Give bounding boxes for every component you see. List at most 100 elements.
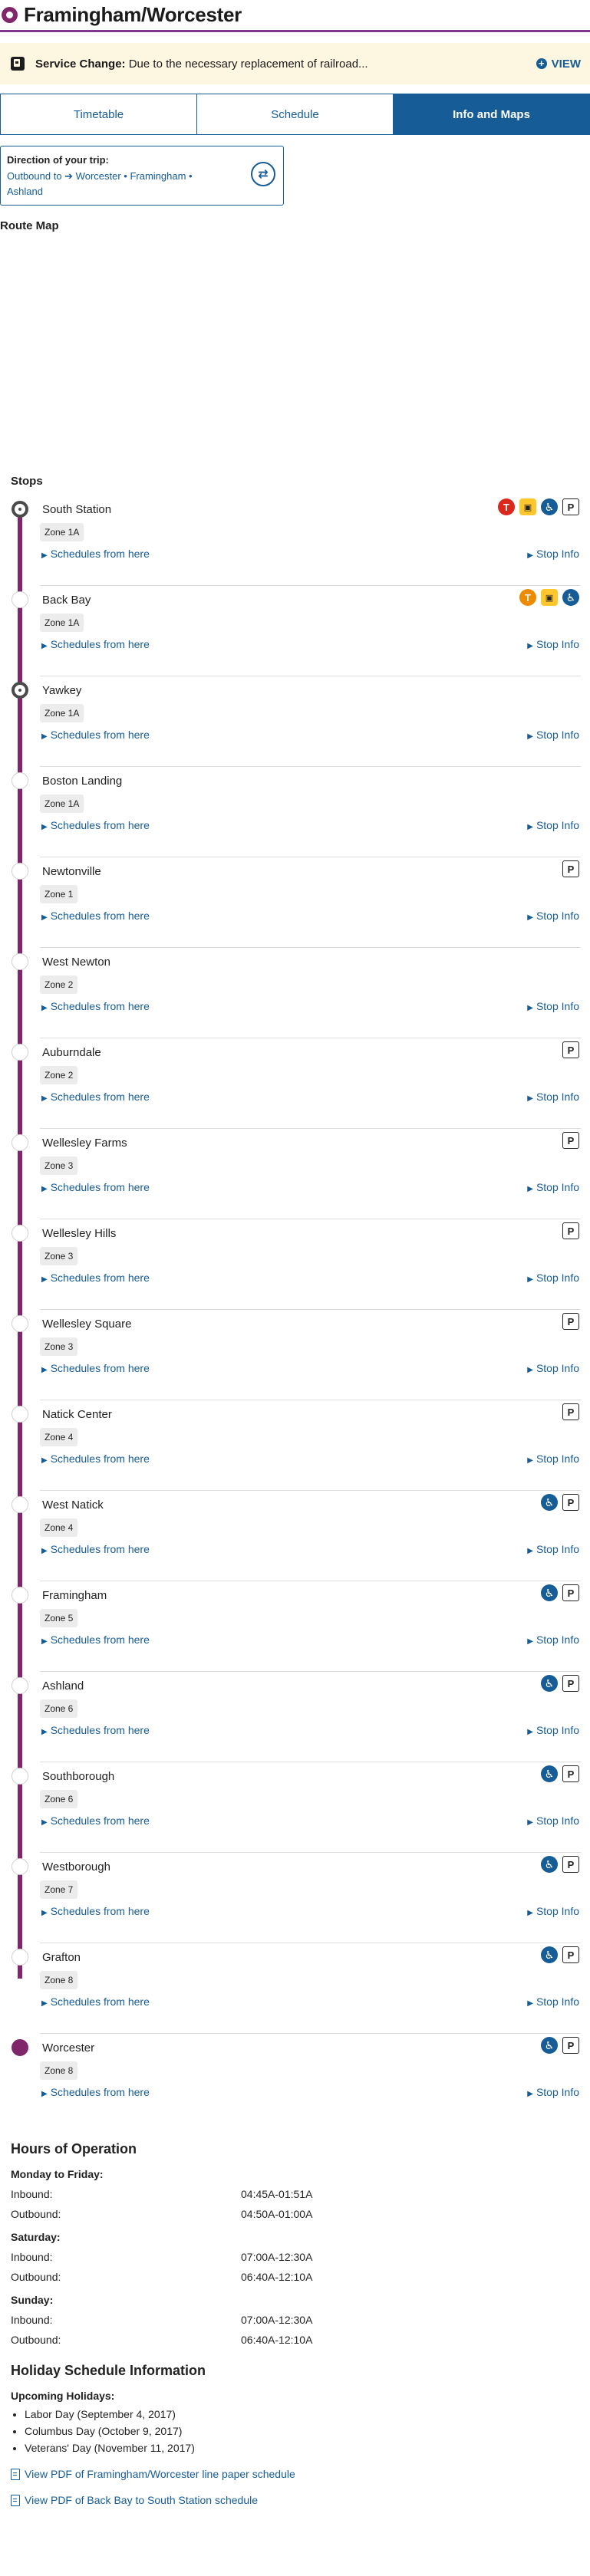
stop-info-link[interactable]: ▶ Stop Info — [527, 638, 579, 650]
schedules-from-here-link[interactable]: ▶ Schedules from here — [41, 1995, 150, 2008]
switch-direction-icon[interactable]: ⇄ — [251, 162, 275, 186]
parking-icon: P — [562, 1403, 579, 1420]
stop-marker — [12, 1587, 28, 1604]
zone-badge: Zone 2 — [40, 975, 78, 994]
schedules-link-label: Schedules from here — [50, 1000, 150, 1012]
schedules-link-label: Schedules from here — [50, 1724, 150, 1736]
parking-icon: P — [562, 1041, 579, 1058]
stop-info-link[interactable]: ▶ Stop Info — [527, 2086, 579, 2098]
accessible-icon: ♿ — [541, 1946, 558, 1963]
stop-marker — [12, 682, 28, 699]
schedules-from-here-link[interactable]: ▶ Schedules from here — [41, 1362, 150, 1374]
caret-right-icon: ▶ — [527, 1456, 533, 1465]
schedules-from-here-link[interactable]: ▶ Schedules from here — [41, 1814, 150, 1827]
schedules-from-here-link[interactable]: ▶ Schedules from here — [41, 548, 150, 560]
stop-name: Yawkey — [42, 684, 82, 697]
schedules-from-here-link[interactable]: ▶ Schedules from here — [41, 729, 150, 741]
stop-marker — [12, 863, 28, 880]
schedules-from-here-link[interactable]: ▶ Schedules from here — [41, 1724, 150, 1736]
pdf-link[interactable]: View PDF of Framingham/Worcester line pa… — [11, 2468, 590, 2480]
hours-value: 06:40A-12:10A — [241, 2334, 313, 2346]
stop-row: Boston Landing Zone 1A ▶ Schedules from h… — [0, 767, 590, 857]
stop-features: P — [562, 1222, 579, 1239]
stop-info-link[interactable]: ▶ Stop Info — [527, 1091, 579, 1103]
stop-name: Auburndale — [42, 1046, 101, 1059]
accessible-icon: ♿ — [541, 1765, 558, 1782]
schedules-link-label: Schedules from here — [50, 548, 150, 560]
schedules-from-here-link[interactable]: ▶ Schedules from here — [41, 910, 150, 922]
schedules-from-here-link[interactable]: ▶ Schedules from here — [41, 1452, 150, 1465]
alert-view-button[interactable]: + VIEW — [536, 58, 581, 71]
schedules-from-here-link[interactable]: ▶ Schedules from here — [41, 1272, 150, 1284]
zone-badge: Zone 7 — [40, 1880, 78, 1899]
stop-info-link[interactable]: ▶ Stop Info — [527, 819, 579, 831]
hours-section: Hours of Operation Monday to Friday: Inbo… — [0, 2141, 590, 2506]
stop-name: Grafton — [42, 1951, 81, 1964]
direction-text[interactable]: Outbound to ➔ Worcester • Framingham • As… — [7, 169, 229, 199]
direction-label: Direction of your trip: — [7, 154, 109, 166]
caret-right-icon: ▶ — [41, 1275, 48, 1284]
stop-features: ♿ P — [541, 1494, 579, 1511]
stop-marker — [12, 1768, 28, 1785]
stop-info-link[interactable]: ▶ Stop Info — [527, 548, 579, 560]
stop-info-link[interactable]: ▶ Stop Info — [527, 1272, 579, 1284]
schedules-link-label: Schedules from here — [50, 1995, 150, 2008]
zone-badge: Zone 5 — [40, 1609, 78, 1627]
caret-right-icon: ▶ — [41, 551, 48, 560]
tab-timetable[interactable]: Timetable — [1, 94, 197, 134]
direction-selector[interactable]: Direction of your trip: Outbound to ➔ Wo… — [0, 146, 284, 206]
stop-info-link[interactable]: ▶ Stop Info — [527, 1181, 579, 1193]
schedules-from-here-link[interactable]: ▶ Schedules from here — [41, 1543, 150, 1555]
stop-info-link[interactable]: ▶ Stop Info — [527, 910, 579, 922]
schedules-from-here-link[interactable]: ▶ Schedules from here — [41, 1905, 150, 1917]
stop-name: Framingham — [42, 1589, 107, 1602]
tab-info-and-maps[interactable]: Info and Maps — [394, 94, 589, 134]
stop-row: Wellesley Hills Zone 3 P ▶ Schedules from… — [0, 1219, 590, 1310]
stop-info-link[interactable]: ▶ Stop Info — [527, 1905, 579, 1917]
service-alert-banner[interactable]: Service Change: Due to the necessary rep… — [0, 43, 590, 84]
stop-info-link[interactable]: ▶ Stop Info — [527, 1452, 579, 1465]
schedules-from-here-link[interactable]: ▶ Schedules from here — [41, 2086, 150, 2098]
stop-name: Wellesley Farms — [42, 1137, 127, 1150]
hours-row: Outbound: 06:40A-12:10A — [11, 2271, 590, 2283]
stop-row: Natick Center Zone 4 P ▶ Schedules from h… — [0, 1400, 590, 1491]
parking-icon: P — [562, 1132, 579, 1149]
stop-info-label: Stop Info — [536, 910, 579, 922]
stop-info-link[interactable]: ▶ Stop Info — [527, 1995, 579, 2008]
pdf-link[interactable]: View PDF of Back Bay to South Station sc… — [11, 2494, 590, 2506]
parking-icon: P — [562, 1765, 579, 1782]
caret-right-icon: ▶ — [527, 823, 533, 831]
schedules-from-here-link[interactable]: ▶ Schedules from here — [41, 1633, 150, 1646]
schedules-from-here-link[interactable]: ▶ Schedules from here — [41, 819, 150, 831]
stop-info-link[interactable]: ▶ Stop Info — [527, 1633, 579, 1646]
tab-schedule[interactable]: Schedule — [197, 94, 394, 134]
stop-info-link[interactable]: ▶ Stop Info — [527, 1814, 579, 1827]
stop-info-link[interactable]: ▶ Stop Info — [527, 1724, 579, 1736]
stop-info-link[interactable]: ▶ Stop Info — [527, 729, 579, 741]
schedules-from-here-link[interactable]: ▶ Schedules from here — [41, 1181, 150, 1193]
stop-features: ♿ P — [541, 1765, 579, 1782]
stop-info-label: Stop Info — [536, 1272, 579, 1284]
stop-features: T ▣ ♿ — [519, 589, 579, 606]
schedules-from-here-link[interactable]: ▶ Schedules from here — [41, 1000, 150, 1012]
accessible-icon: ♿ — [541, 1856, 558, 1873]
schedules-from-here-link[interactable]: ▶ Schedules from here — [41, 638, 150, 650]
caret-right-icon: ▶ — [527, 1547, 533, 1555]
parking-icon: P — [562, 1222, 579, 1239]
hours-title: Hours of Operation — [11, 2141, 137, 2157]
stop-info-label: Stop Info — [536, 1543, 579, 1555]
zone-badge: Zone 3 — [40, 1156, 78, 1175]
stop-info-label: Stop Info — [536, 1633, 579, 1646]
stop-info-link[interactable]: ▶ Stop Info — [527, 1000, 579, 1012]
parking-icon: P — [562, 2037, 579, 2054]
caret-right-icon: ▶ — [527, 913, 533, 922]
stop-info-link[interactable]: ▶ Stop Info — [527, 1543, 579, 1555]
caret-right-icon: ▶ — [41, 1728, 48, 1736]
stop-features: ♿ P — [541, 1584, 579, 1601]
stop-info-link[interactable]: ▶ Stop Info — [527, 1362, 579, 1374]
accessible-icon: ♿ — [541, 1675, 558, 1692]
alert-view-label: VIEW — [551, 57, 581, 71]
schedules-from-here-link[interactable]: ▶ Schedules from here — [41, 1091, 150, 1103]
accessible-icon: ♿ — [541, 1494, 558, 1511]
pdf-file-icon — [11, 2494, 20, 2506]
